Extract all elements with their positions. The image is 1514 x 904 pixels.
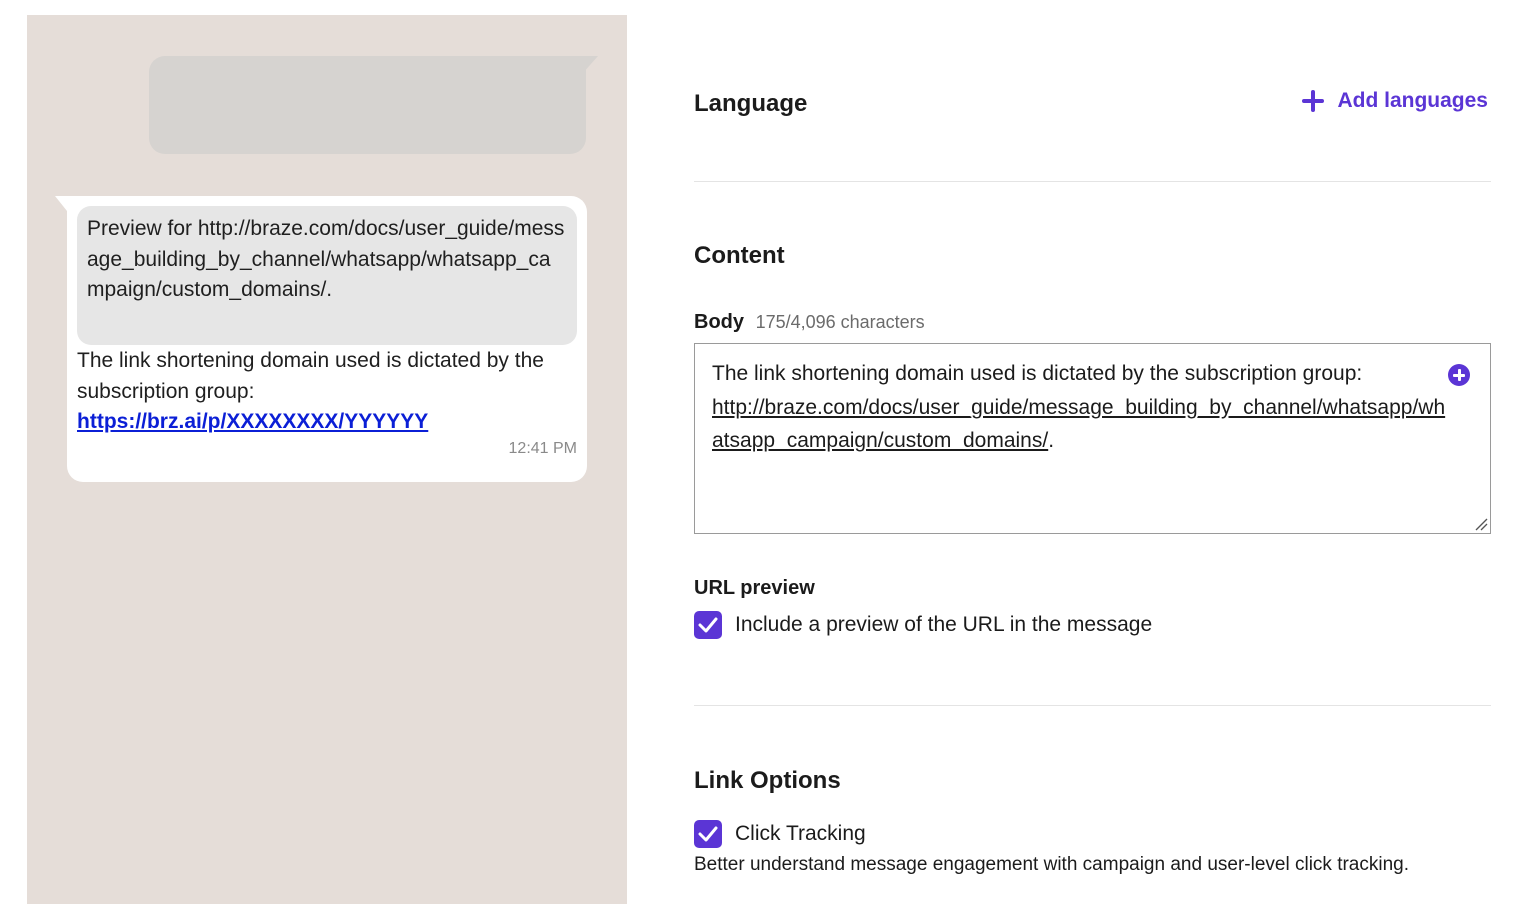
body-label: Body 175/4,096 characters (694, 311, 925, 334)
url-preview-checkbox-label[interactable]: Include a preview of the URL in the mess… (735, 613, 1152, 637)
divider (694, 181, 1491, 182)
body-textarea[interactable]: The link shortening domain used is dicta… (694, 343, 1491, 534)
message-body: The link shortening domain used is dicta… (77, 346, 582, 438)
body-text[interactable]: The link shortening domain used is dicta… (712, 357, 1447, 458)
add-languages-label: Add languages (1337, 89, 1488, 112)
body-text-suffix: . (1048, 429, 1055, 452)
add-languages-button[interactable]: Add languages (1302, 89, 1488, 113)
char-count: 175/4,096 characters (755, 312, 925, 332)
message-preview-pane: Preview for http://braze.com/docs/user_g… (27, 15, 627, 904)
url-preview-checkbox[interactable] (694, 611, 722, 639)
url-preview-text: Preview for http://braze.com/docs/user_g… (87, 217, 565, 301)
click-tracking-label[interactable]: Click Tracking (735, 822, 866, 846)
outgoing-bubble-tail (582, 56, 598, 74)
incoming-message-bubble: Preview for http://braze.com/docs/user_g… (67, 196, 587, 482)
message-text: The link shortening domain used is dicta… (77, 349, 544, 403)
divider (694, 705, 1491, 706)
message-timestamp: 12:41 PM (508, 440, 577, 457)
body-text-plain: The link shortening domain used is dicta… (712, 362, 1363, 385)
outgoing-message-bubble (149, 56, 586, 154)
body-text-link: http://braze.com/docs/user_guide/message… (712, 395, 1446, 453)
add-personalization-icon[interactable] (1448, 364, 1470, 386)
check-icon (698, 617, 718, 633)
plus-icon (1302, 90, 1325, 112)
settings-pane: Language Add languages Content Body 175/… (694, 0, 1491, 904)
short-link[interactable]: https://brz.ai/p/XXXXXXXX/YYYYYY (77, 410, 428, 433)
url-preview-card: Preview for http://braze.com/docs/user_g… (77, 206, 577, 345)
click-tracking-help-text: Better understand message engagement wit… (694, 854, 1409, 875)
link-options-title: Link Options (694, 767, 841, 794)
content-title: Content (694, 242, 785, 269)
click-tracking-checkbox[interactable] (694, 820, 722, 848)
body-label-text: Body (694, 311, 744, 333)
resize-handle-icon[interactable] (1474, 517, 1488, 531)
check-icon (698, 826, 718, 842)
language-title: Language (694, 90, 808, 117)
url-preview-label: URL preview (694, 577, 815, 599)
